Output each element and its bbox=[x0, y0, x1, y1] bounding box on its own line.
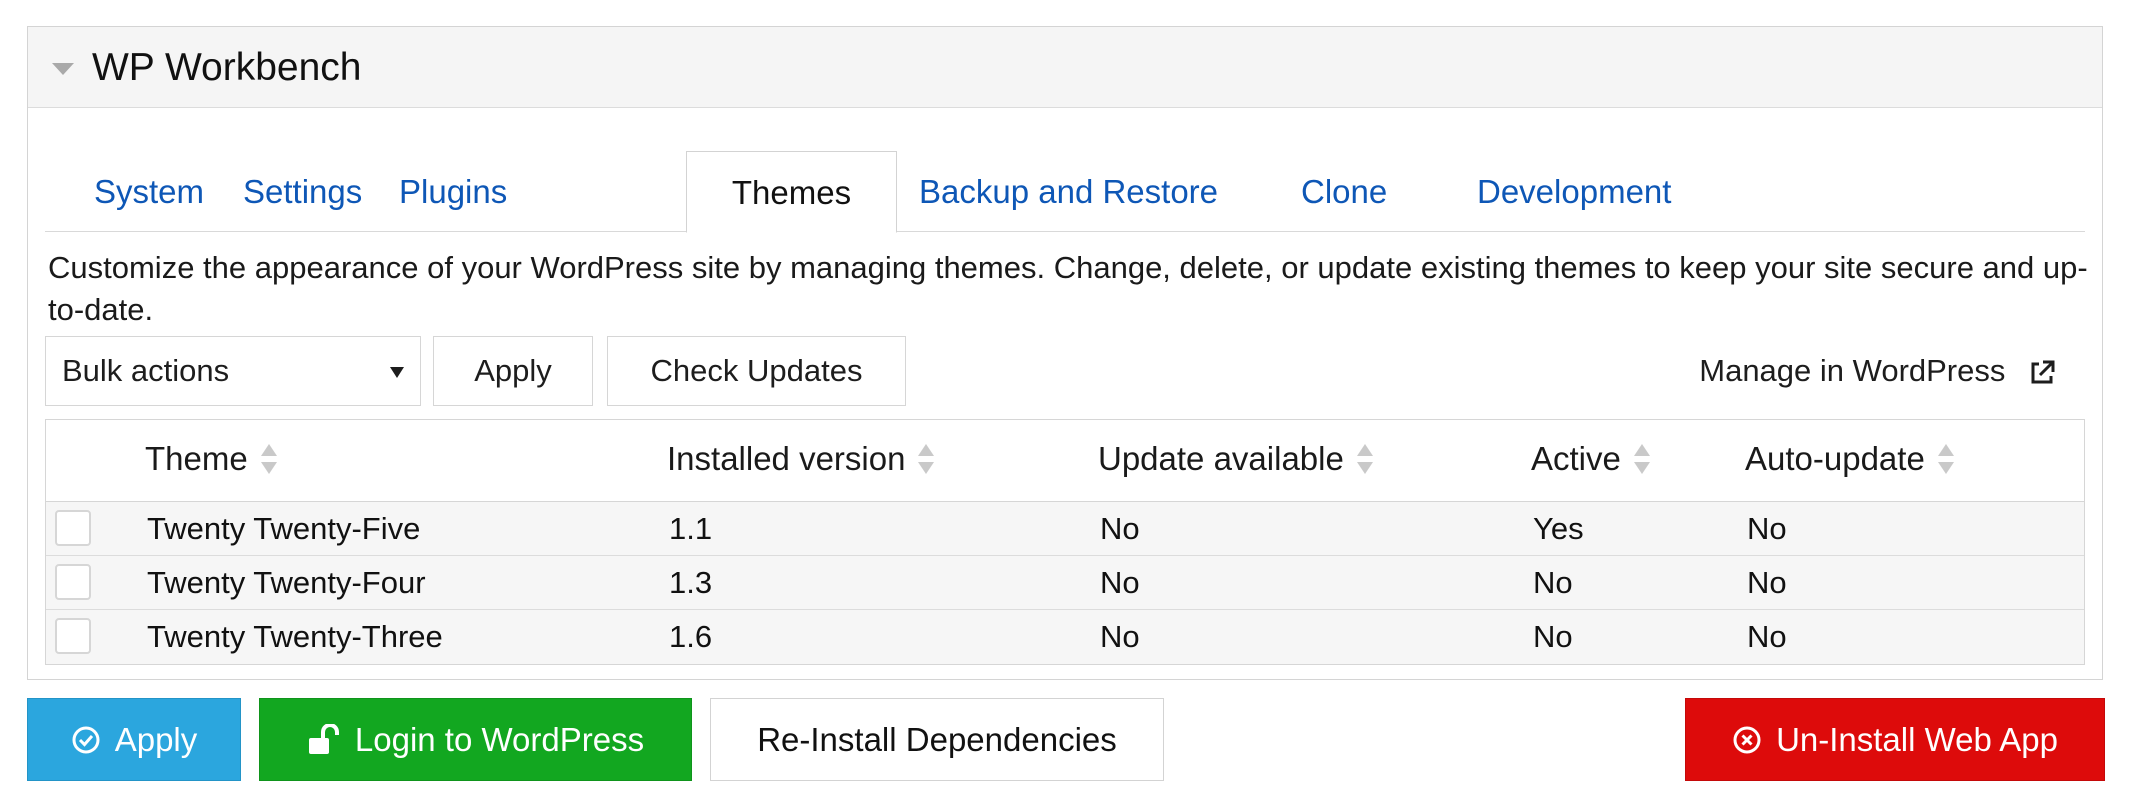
login-to-wordpress-button[interactable]: Login to WordPress bbox=[259, 698, 692, 781]
tab-plugins[interactable]: Plugins bbox=[399, 151, 507, 232]
column-header-theme[interactable]: Theme bbox=[145, 420, 278, 502]
sort-icon bbox=[260, 444, 277, 475]
cell-auto-update: No bbox=[1747, 511, 1787, 546]
panel-title: WP Workbench bbox=[92, 46, 362, 89]
table-row: Twenty Twenty-Four 1.3 No No No bbox=[46, 556, 2084, 610]
login-button-label: Login to WordPress bbox=[354, 721, 645, 758]
column-header-auto-update[interactable]: Auto-update bbox=[1745, 420, 1955, 502]
column-header-installed-version[interactable]: Installed version bbox=[667, 420, 935, 502]
manage-in-wordpress-link[interactable]: Manage in WordPress bbox=[1699, 336, 2056, 406]
cell-installed-version: 1.6 bbox=[669, 619, 713, 654]
manage-link-label: Manage in WordPress bbox=[1699, 353, 2006, 388]
cell-update-available: No bbox=[1100, 619, 1140, 654]
column-header-active[interactable]: Active bbox=[1531, 420, 1651, 502]
row-checkbox[interactable] bbox=[55, 618, 91, 654]
tab-bar: System Settings Plugins Themes Backup an… bbox=[45, 125, 2085, 233]
cell-update-available: No bbox=[1100, 511, 1140, 546]
reinstall-dependencies-button[interactable]: Re-Install Dependencies bbox=[710, 698, 1164, 781]
cell-installed-version: 1.1 bbox=[669, 511, 713, 546]
tab-clone[interactable]: Clone bbox=[1301, 151, 1387, 232]
tab-themes[interactable]: Themes bbox=[686, 151, 897, 233]
cell-theme: Twenty Twenty-Four bbox=[147, 565, 426, 600]
column-header-update-available[interactable]: Update available bbox=[1098, 420, 1374, 502]
themes-table: Theme Installed version Update available… bbox=[45, 419, 2085, 665]
cell-active: Yes bbox=[1533, 511, 1584, 546]
cell-auto-update: No bbox=[1747, 619, 1787, 654]
cell-active: No bbox=[1533, 619, 1573, 654]
cell-active: No bbox=[1533, 565, 1573, 600]
cell-auto-update: No bbox=[1747, 565, 1787, 600]
check-updates-button[interactable]: Check Updates bbox=[607, 336, 906, 406]
sort-icon bbox=[918, 444, 935, 475]
tab-development[interactable]: Development bbox=[1477, 151, 1671, 232]
bulk-actions-value: Bulk actions bbox=[62, 353, 230, 388]
cell-installed-version: 1.3 bbox=[669, 565, 713, 600]
cell-theme: Twenty Twenty-Five bbox=[147, 511, 421, 546]
unlock-icon bbox=[308, 722, 339, 754]
wp-workbench-panel: WP Workbench System Settings Plugins The… bbox=[27, 26, 2103, 680]
row-checkbox[interactable] bbox=[55, 564, 91, 600]
cell-theme: Twenty Twenty-Three bbox=[147, 619, 443, 654]
caret-down-icon[interactable] bbox=[52, 63, 74, 75]
tab-settings[interactable]: Settings bbox=[243, 151, 362, 232]
apply-button-label: Apply bbox=[114, 721, 198, 758]
check-circle-icon bbox=[72, 726, 100, 754]
panel-header[interactable]: WP Workbench bbox=[28, 27, 2102, 108]
uninstall-web-app-button[interactable]: Un-Install Web App bbox=[1685, 698, 2105, 781]
bulk-actions-select[interactable]: Bulk actions bbox=[45, 336, 421, 406]
cell-update-available: No bbox=[1100, 565, 1140, 600]
dropdown-caret-icon bbox=[390, 367, 404, 378]
table-header: Theme Installed version Update available… bbox=[46, 420, 2084, 502]
tab-backup-and-restore[interactable]: Backup and Restore bbox=[919, 151, 1218, 232]
sort-icon bbox=[1633, 444, 1650, 475]
table-row: Twenty Twenty-Five 1.1 No Yes No bbox=[46, 502, 2084, 556]
sort-icon bbox=[1356, 444, 1373, 475]
bulk-apply-button[interactable]: Apply bbox=[433, 336, 593, 406]
times-circle-icon bbox=[1733, 726, 1761, 754]
sort-icon bbox=[1937, 444, 1954, 475]
apply-button[interactable]: Apply bbox=[27, 698, 241, 781]
themes-description: Customize the appearance of your WordPre… bbox=[48, 250, 2088, 327]
external-link-icon bbox=[2031, 360, 2055, 384]
tab-system[interactable]: System bbox=[94, 151, 204, 232]
uninstall-button-label: Un-Install Web App bbox=[1776, 721, 2058, 758]
row-checkbox[interactable] bbox=[55, 510, 91, 546]
table-row: Twenty Twenty-Three 1.6 No No No bbox=[46, 610, 2084, 664]
